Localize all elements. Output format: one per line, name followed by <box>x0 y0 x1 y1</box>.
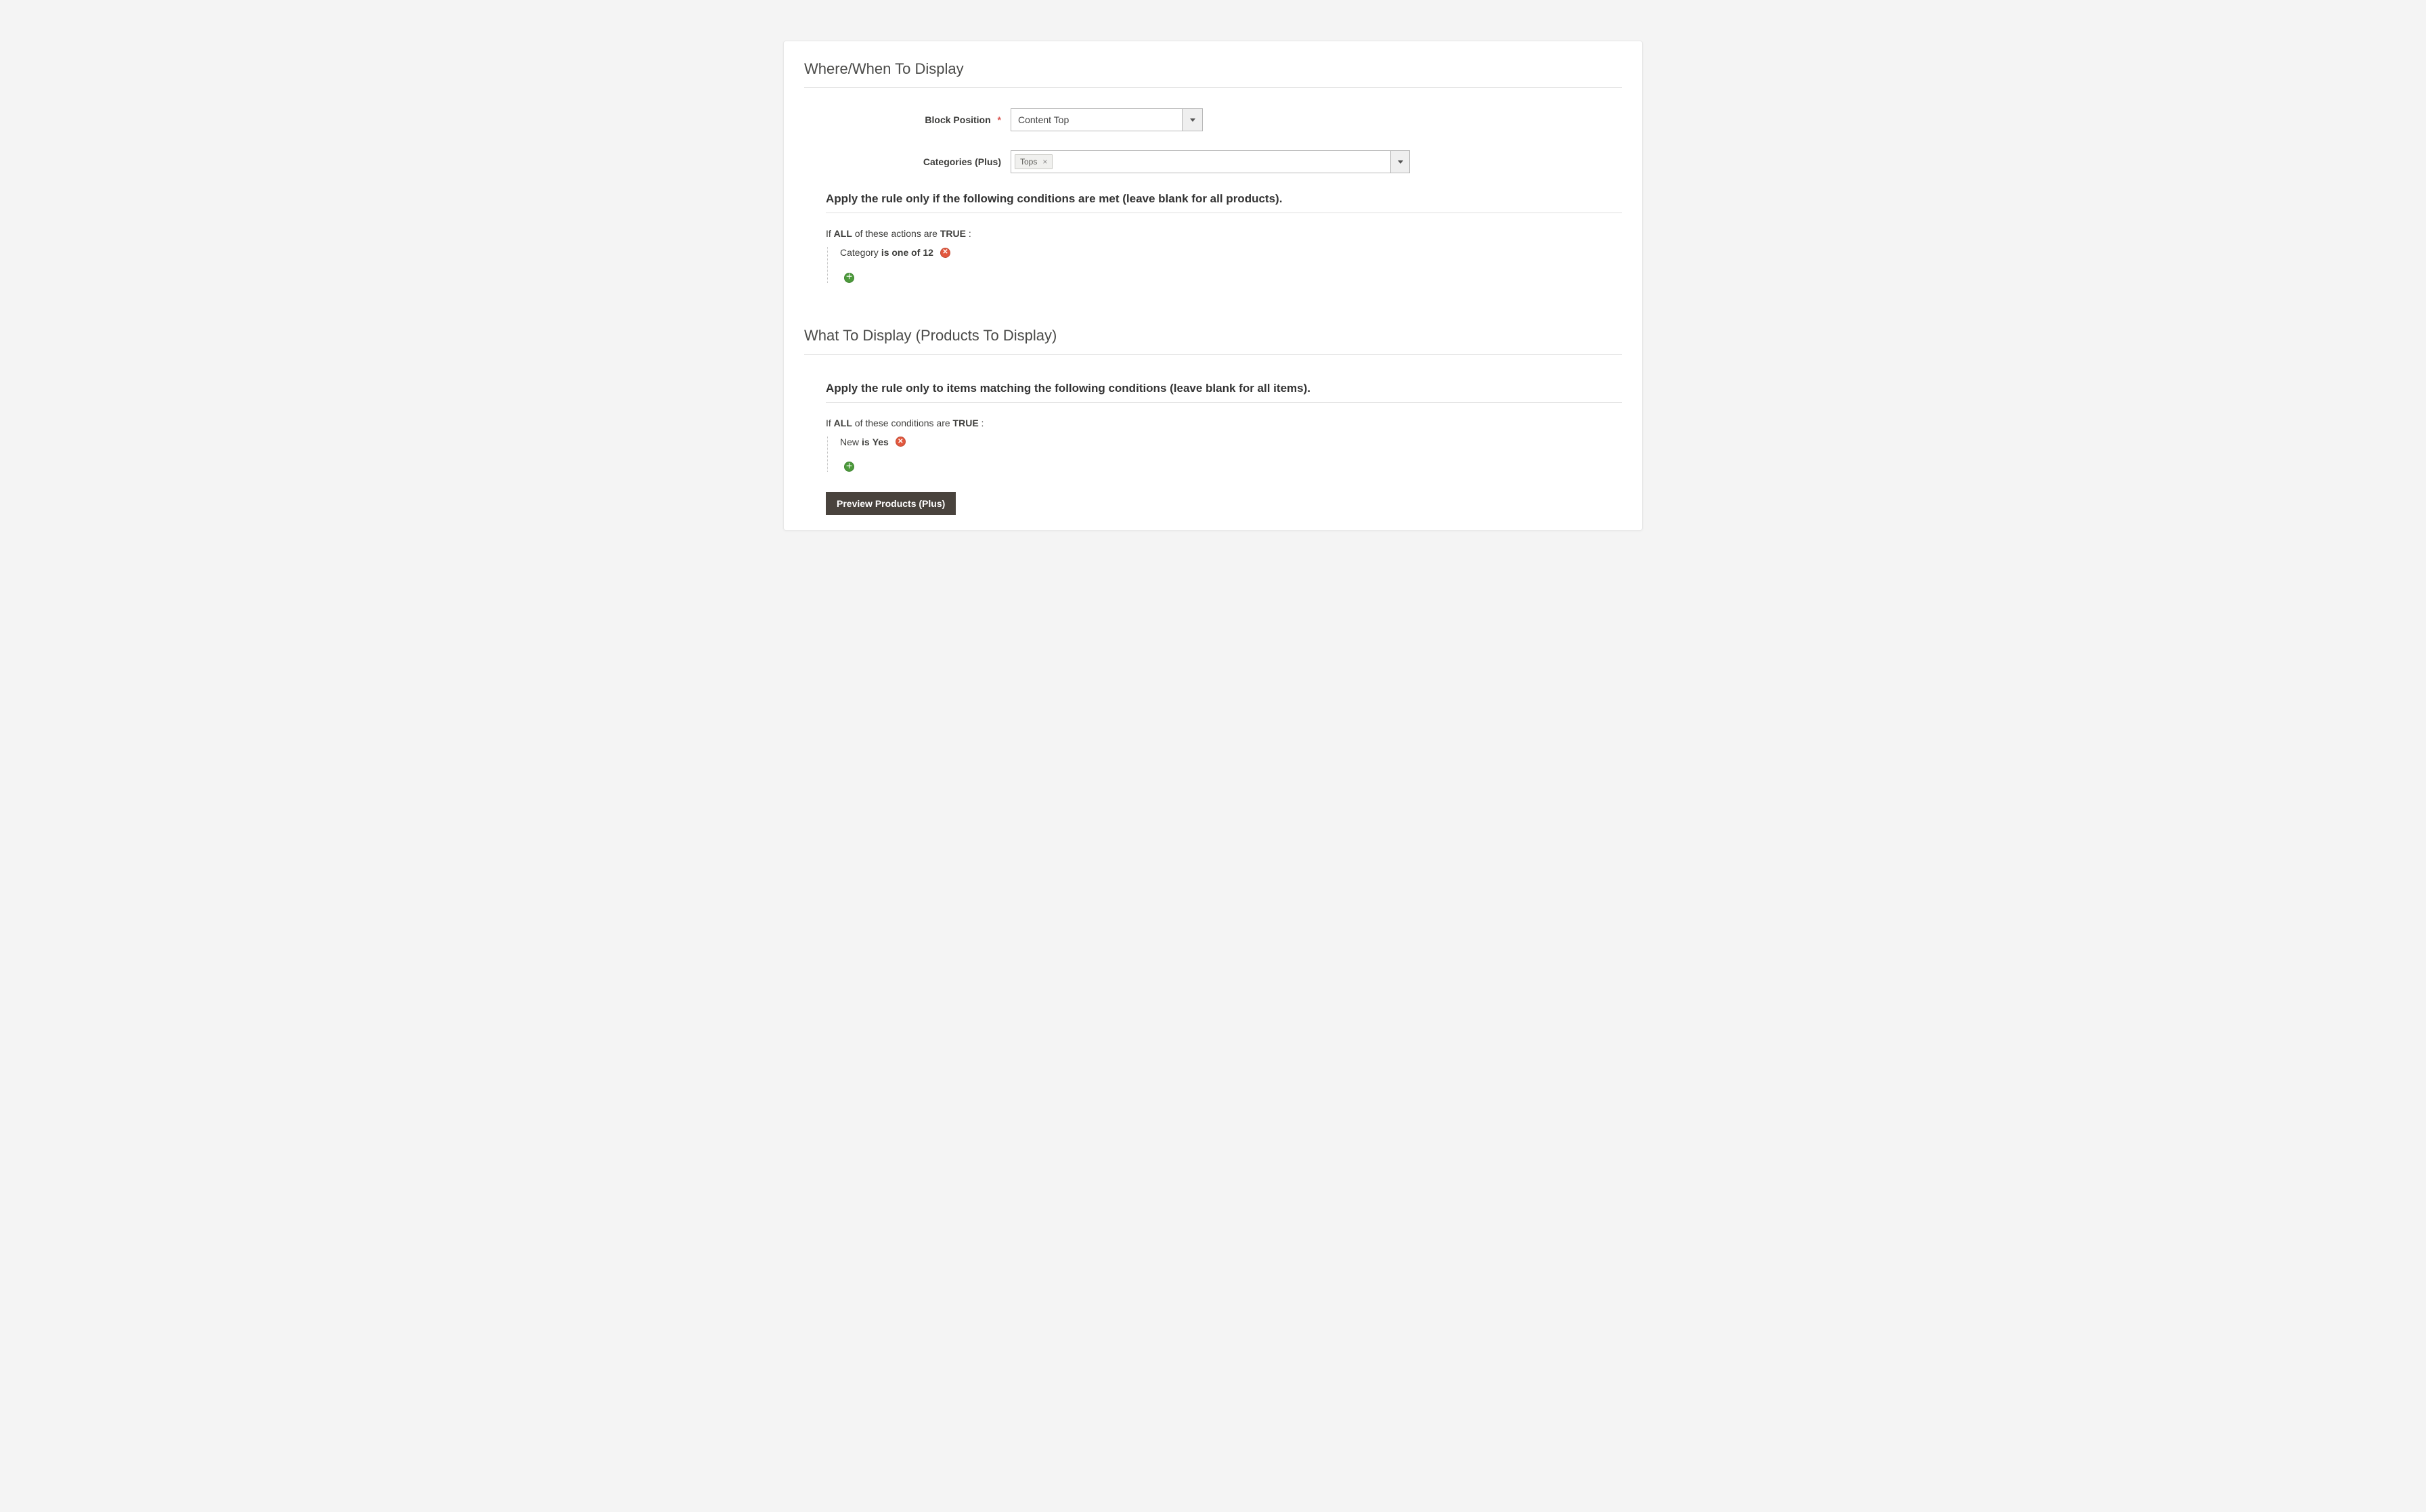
rule-cond-attribute[interactable]: New <box>840 437 859 447</box>
categories-multiselect[interactable]: Tops × <box>1011 150 1410 173</box>
section-what-display-title: What To Display (Products To Display) <box>804 327 1622 355</box>
categories-label-col: Categories (Plus) <box>804 156 1011 167</box>
rule-text: : <box>966 228 971 239</box>
rule-what-heading: Apply the rule only to items matching th… <box>826 382 1622 403</box>
rule-tree-what: New is Yes ✕ ＋ <box>827 437 1622 472</box>
rule-text: If <box>826 418 834 428</box>
chevron-down-icon <box>1398 160 1403 164</box>
rule-condition-where-1: Category is one of 12 ✕ <box>840 247 1622 258</box>
rule-cond-value[interactable]: Yes <box>873 437 889 447</box>
rule-text: : <box>979 418 984 428</box>
block-position-caret[interactable] <box>1182 109 1202 131</box>
rule-cond-operator[interactable]: is one of <box>881 247 921 258</box>
rule-cond-operator[interactable]: is <box>862 437 870 447</box>
block-position-label-col: Block Position * <box>804 114 1011 125</box>
rule-cond-attribute[interactable]: Category <box>840 247 879 258</box>
add-condition-button[interactable]: ＋ <box>844 273 854 283</box>
categories-chip-label: Tops <box>1020 157 1037 166</box>
rule-text: of these actions are <box>852 228 940 239</box>
rule-condition-what-1: New is Yes ✕ <box>840 437 1622 447</box>
block-position-label: Block Position <box>925 114 990 125</box>
chevron-down-icon <box>1190 118 1195 122</box>
categories-caret[interactable] <box>1390 151 1409 173</box>
rule-value[interactable]: TRUE <box>953 418 979 428</box>
rule-text: of these conditions are <box>852 418 953 428</box>
field-categories: Categories (Plus) Tops × <box>804 150 1622 173</box>
close-icon[interactable]: × <box>1042 158 1047 166</box>
section-where-when-title: Where/When To Display <box>804 60 1622 88</box>
rule-where-heading: Apply the rule only if the following con… <box>826 192 1622 213</box>
preview-products-button[interactable]: Preview Products (Plus) <box>826 492 956 515</box>
rule-tree-where: Category is one of 12 ✕ ＋ <box>827 247 1622 283</box>
block-position-value: Content Top <box>1011 109 1182 131</box>
field-block-position: Block Position * Content Top <box>804 108 1622 131</box>
rule-aggregator[interactable]: ALL <box>834 418 852 428</box>
rule-what-sentence: If ALL of these conditions are TRUE : <box>826 418 1622 428</box>
rule-text: If <box>826 228 834 239</box>
rule-block-where: Apply the rule only if the following con… <box>804 192 1622 283</box>
add-condition-button[interactable]: ＋ <box>844 462 854 472</box>
categories-chip-tops[interactable]: Tops × <box>1015 154 1053 169</box>
required-mark: * <box>998 114 1001 125</box>
rule-value[interactable]: TRUE <box>940 228 966 239</box>
block-position-select[interactable]: Content Top <box>1011 108 1203 131</box>
remove-condition-button[interactable]: ✕ <box>940 248 950 258</box>
rule-aggregator[interactable]: ALL <box>834 228 852 239</box>
rule-where-sentence: If ALL of these actions are TRUE : <box>826 228 1622 239</box>
rule-block-what: Apply the rule only to items matching th… <box>804 382 1622 472</box>
settings-card: Where/When To Display Block Position * C… <box>783 41 1643 531</box>
rule-cond-value[interactable]: 12 <box>923 247 933 258</box>
categories-label: Categories (Plus) <box>923 156 1001 167</box>
remove-condition-button[interactable]: ✕ <box>896 437 906 447</box>
